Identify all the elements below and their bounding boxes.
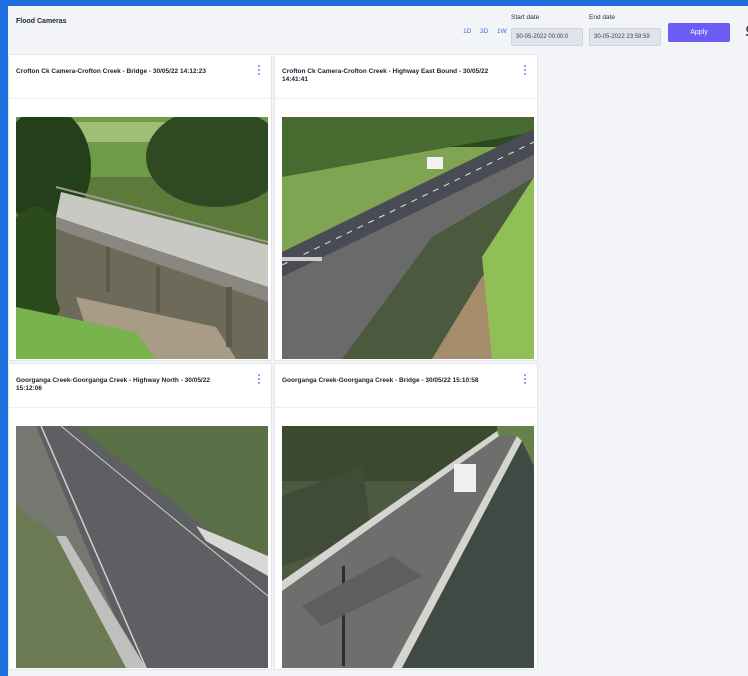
settings-icon[interactable] bbox=[744, 23, 748, 39]
range-3d-button[interactable]: 3D bbox=[480, 28, 488, 35]
card-divider bbox=[9, 407, 271, 408]
start-date-input[interactable]: 30-05-2022 00:00:0 bbox=[511, 28, 583, 46]
kebab-menu-icon[interactable] bbox=[521, 373, 529, 385]
camera-grid: Crofton Ck Camera-Crofton Creek - Bridge… bbox=[8, 54, 542, 676]
kebab-menu-icon[interactable] bbox=[521, 64, 529, 76]
camera-card[interactable]: Goorganga Creek-Goorganga Creek - Highwa… bbox=[8, 363, 272, 670]
camera-title: Goorganga Creek-Goorganga Creek - Bridge… bbox=[282, 377, 479, 384]
camera-image[interactable] bbox=[282, 426, 534, 668]
flood-cameras-page: Flood Cameras 1D 3D 1W Start date 30-05-… bbox=[8, 6, 748, 676]
start-date-label: Start date bbox=[511, 14, 540, 21]
camera-image[interactable] bbox=[16, 426, 268, 668]
range-1d-button[interactable]: 1D bbox=[463, 28, 471, 35]
card-divider bbox=[275, 407, 537, 408]
camera-title: Crofton Ck Camera-Crofton Creek - Highwa… bbox=[282, 68, 489, 83]
camera-title: Goorganga Creek-Goorganga Creek - Highwa… bbox=[16, 377, 210, 392]
camera-image[interactable] bbox=[282, 117, 534, 359]
card-divider bbox=[275, 98, 537, 99]
camera-card[interactable]: Goorganga Creek-Goorganga Creek - Bridge… bbox=[274, 363, 538, 670]
camera-image[interactable] bbox=[16, 117, 268, 359]
end-date-label: End date bbox=[589, 14, 616, 21]
range-1w-button[interactable]: 1W bbox=[497, 28, 507, 35]
kebab-menu-icon[interactable] bbox=[255, 64, 263, 76]
card-divider bbox=[9, 98, 271, 99]
apply-button[interactable]: Apply bbox=[668, 23, 730, 42]
kebab-menu-icon[interactable] bbox=[255, 373, 263, 385]
camera-title: Crofton Ck Camera-Crofton Creek - Bridge… bbox=[16, 68, 207, 75]
camera-card[interactable]: Crofton Ck Camera-Crofton Creek - Highwa… bbox=[274, 54, 538, 361]
page-title: Flood Cameras bbox=[16, 18, 67, 25]
end-date-input[interactable]: 30-05-2022 23:59:59 bbox=[589, 28, 661, 46]
camera-card[interactable]: Crofton Ck Camera-Crofton Creek - Bridge… bbox=[8, 54, 272, 361]
